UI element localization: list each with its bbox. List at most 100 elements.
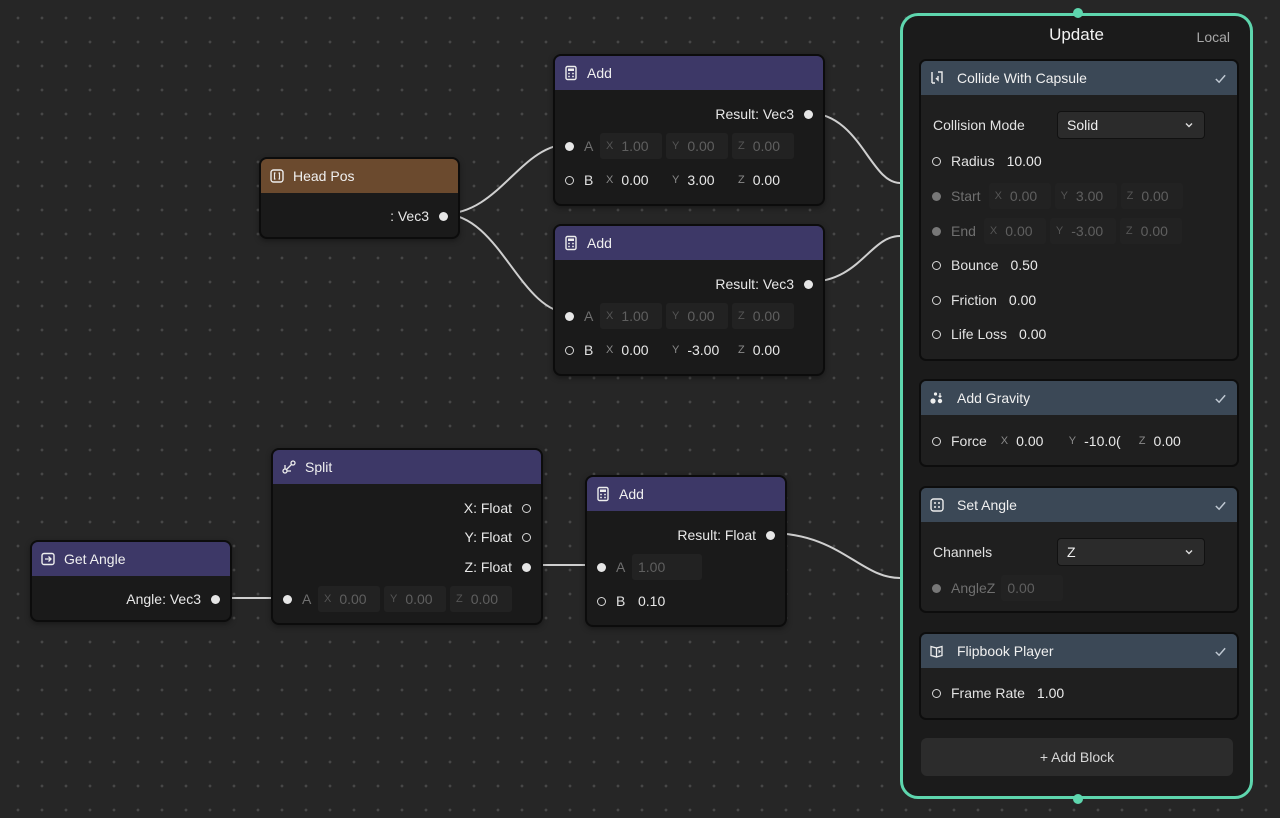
end-y-field[interactable]: Y -3.00 — [1049, 218, 1116, 244]
add-gravity-block[interactable]: Add Gravity Force X 0.00 Y -10.0( Z 0.00 — [919, 379, 1239, 467]
frame-rate-field[interactable]: 1.00 — [1037, 685, 1064, 701]
split-a-y-field[interactable]: Y 0.00 — [384, 586, 446, 612]
gravity-block-header[interactable]: Add Gravity — [921, 381, 1237, 415]
life-loss-field[interactable]: 0.00 — [1019, 326, 1046, 342]
wire-add3-to-setangle — [768, 532, 901, 579]
add-node-1-output-port[interactable] — [804, 109, 813, 119]
bounce-port[interactable] — [932, 260, 941, 270]
gravity-icon — [929, 390, 945, 406]
get-angle-node[interactable]: Get Angle Angle: Vec3 — [30, 540, 232, 622]
split-a-port[interactable] — [283, 594, 292, 604]
add-node-3-a-field[interactable]: 1.00 — [632, 554, 702, 580]
add-node-1-b-x-field[interactable]: X 0.00 — [600, 167, 662, 193]
add-node-2-b-y-field[interactable]: Y -3.00 — [666, 337, 728, 363]
add-node-3-b-field[interactable]: 0.10 — [632, 588, 702, 614]
add-node-2-output-port[interactable] — [804, 279, 813, 289]
add-node-3[interactable]: Add Result: Float A 1.00 B 0.10 — [585, 475, 787, 627]
split-a-x-field[interactable]: X 0.00 — [318, 586, 380, 612]
force-x-field[interactable]: X 0.00 — [995, 428, 1059, 454]
add-node-1-title: Add — [587, 65, 612, 81]
add-node-3-header[interactable]: Add — [587, 477, 785, 511]
add-node-2-a-y-field[interactable]: Y 0.00 — [666, 303, 728, 329]
set-angle-block[interactable]: Set Angle Channels Z AngleZ 0.00 — [919, 486, 1239, 613]
split-a-z-field[interactable]: Z 0.00 — [450, 586, 512, 612]
head-pos-header[interactable]: Head Pos — [261, 159, 458, 193]
add-block-button[interactable]: + Add Block — [921, 738, 1233, 776]
friction-field[interactable]: 0.00 — [1009, 292, 1036, 308]
radius-field[interactable]: 10.00 — [1007, 153, 1042, 169]
set-angle-enabled-checkbox[interactable] — [1211, 496, 1229, 514]
update-flow-in-port[interactable] — [1073, 8, 1083, 18]
start-x-field[interactable]: X 0.00 — [988, 183, 1051, 209]
add-node-1-b-y-field[interactable]: Y 3.00 — [666, 167, 728, 193]
wire-headpos-to-add1-a — [442, 143, 571, 215]
add-node-1-b-port[interactable] — [565, 175, 574, 185]
collide-block-header[interactable]: Collide With Capsule — [921, 61, 1237, 95]
end-x-field[interactable]: X 0.00 — [983, 218, 1046, 244]
frame-rate-port[interactable] — [932, 688, 941, 698]
add-node-2-b-port[interactable] — [565, 345, 574, 355]
add-node-1-b-z-field[interactable]: Z 0.00 — [732, 167, 794, 193]
add-node-1[interactable]: Add Result: Vec3 A X 1.00 Y 0.00 Z 0.00 B X… — [553, 54, 825, 206]
end-z-field[interactable]: Z 0.00 — [1119, 218, 1182, 244]
start-z-field[interactable]: Z 0.00 — [1120, 183, 1183, 209]
add-node-2-header[interactable]: Add — [555, 226, 823, 260]
add-node-3-output-port[interactable] — [766, 530, 775, 540]
get-angle-output-port[interactable] — [211, 594, 220, 604]
add-node-1-header[interactable]: Add — [555, 56, 823, 90]
radius-port[interactable] — [932, 156, 941, 166]
space-toggle[interactable]: Local — [1197, 29, 1230, 45]
anglez-field[interactable]: 0.00 — [1001, 575, 1064, 601]
wire-headpos-to-add2-a — [442, 213, 571, 314]
add-node-1-a-y-field[interactable]: Y 0.00 — [666, 133, 728, 159]
bounce-field[interactable]: 0.50 — [1010, 257, 1037, 273]
split-node[interactable]: Split X: Float Y: Float Z: Float A X 0.00… — [271, 448, 543, 625]
friction-port[interactable] — [932, 295, 941, 305]
head-pos-node[interactable]: Head Pos : Vec3 — [259, 157, 460, 239]
add-node-1-a-z-field[interactable]: Z 0.00 — [732, 133, 794, 159]
start-port[interactable] — [932, 191, 941, 201]
add-node-3-a-port[interactable] — [597, 562, 606, 572]
update-context[interactable]: Update Local Collide With Capsule Collis… — [900, 8, 1253, 804]
head-pos-output-port[interactable] — [439, 211, 448, 221]
add-node-2-a-z-field[interactable]: Z 0.00 — [732, 303, 794, 329]
gravity-enabled-checkbox[interactable] — [1211, 389, 1229, 407]
add-node-2-b-x-field[interactable]: X 0.00 — [600, 337, 662, 363]
split-out-y-port[interactable] — [522, 532, 531, 542]
flipbook-enabled-checkbox[interactable] — [1211, 642, 1229, 660]
start-y-field[interactable]: Y 3.00 — [1054, 183, 1117, 209]
flipbook-block-title: Flipbook Player — [957, 643, 1054, 659]
add-node-3-b-port[interactable] — [597, 596, 606, 606]
split-out-x-label: X: Float — [463, 500, 512, 516]
frame-rate-label: Frame Rate — [951, 685, 1025, 701]
update-flow-out-port[interactable] — [1073, 794, 1083, 804]
add-node-1-a-x-field[interactable]: X 1.00 — [600, 133, 662, 159]
get-angle-header[interactable]: Get Angle — [32, 542, 230, 576]
collide-with-capsule-block[interactable]: Collide With Capsule Collision Mode Soli… — [919, 59, 1239, 361]
anglez-port[interactable] — [932, 583, 941, 593]
flipbook-player-block[interactable]: Flipbook Player Frame Rate 1.00 — [919, 632, 1239, 720]
set-angle-block-header[interactable]: Set Angle — [921, 488, 1237, 522]
set-angle-block-title: Set Angle — [957, 497, 1017, 513]
add-node-1-a-label: A — [584, 138, 594, 154]
flipbook-block-header[interactable]: Flipbook Player — [921, 634, 1237, 668]
force-y-field[interactable]: Y -10.0( — [1063, 428, 1129, 454]
force-port[interactable] — [932, 436, 941, 446]
end-port[interactable] — [932, 226, 941, 236]
collision-mode-select[interactable]: Solid — [1057, 111, 1205, 139]
add-node-1-b-label: B — [584, 172, 594, 188]
split-out-x-port[interactable] — [522, 503, 531, 513]
channels-select[interactable]: Z — [1057, 538, 1205, 566]
calculator-icon — [563, 235, 579, 251]
split-header[interactable]: Split — [273, 450, 541, 484]
split-out-z-port[interactable] — [522, 562, 531, 572]
add-node-2-a-x-field[interactable]: X 1.00 — [600, 303, 662, 329]
collide-enabled-checkbox[interactable] — [1211, 69, 1229, 87]
add-node-2-a-label: A — [584, 308, 594, 324]
life-loss-port[interactable] — [932, 329, 941, 339]
add-node-2-b-z-field[interactable]: Z 0.00 — [732, 337, 794, 363]
force-z-field[interactable]: Z 0.00 — [1133, 428, 1195, 454]
add-node-1-a-port[interactable] — [565, 141, 574, 151]
add-node-2-a-port[interactable] — [565, 311, 574, 321]
add-node-2[interactable]: Add Result: Vec3 A X 1.00 Y 0.00 Z 0.00 B X… — [553, 224, 825, 376]
